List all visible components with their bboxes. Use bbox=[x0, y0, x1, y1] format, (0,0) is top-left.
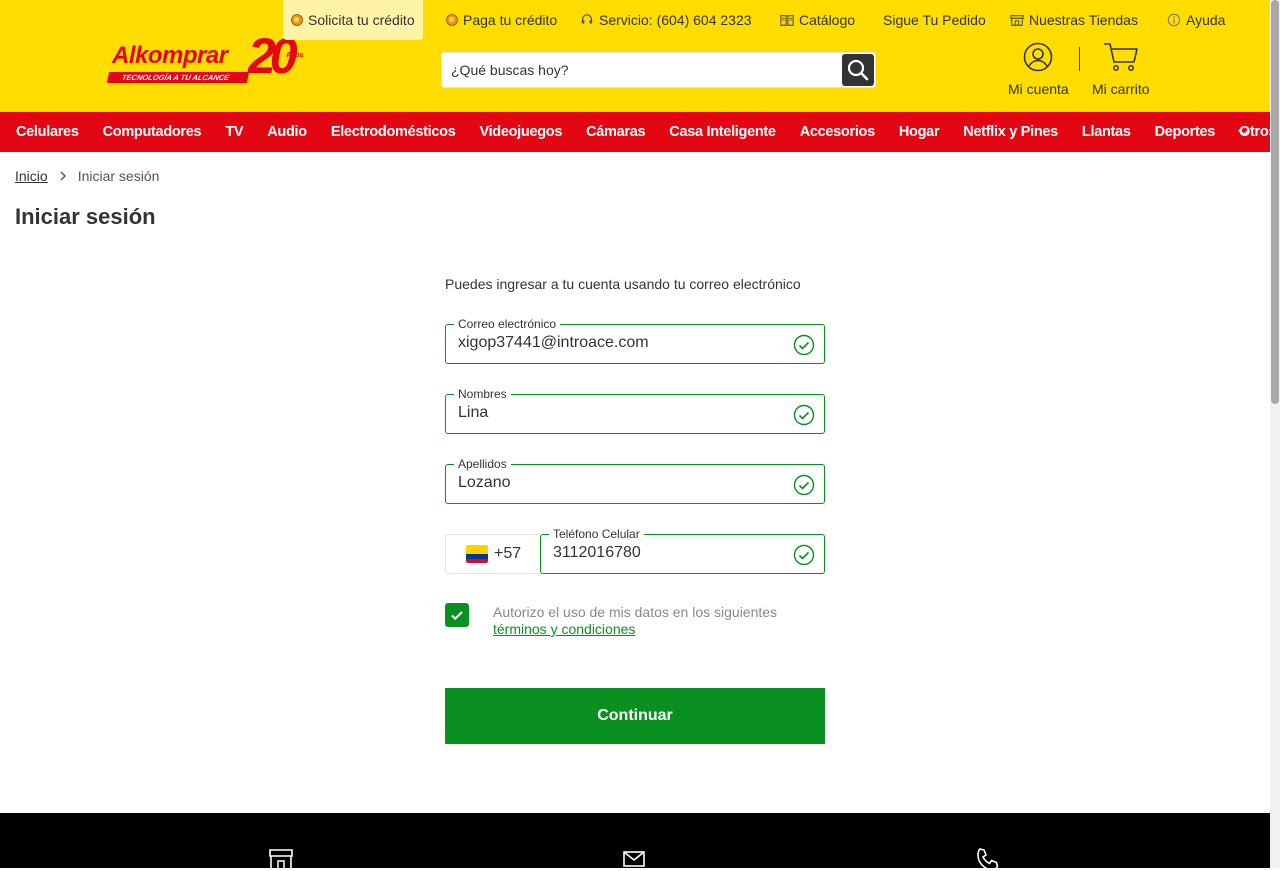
nav-item-computadores[interactable]: Computadores bbox=[91, 112, 214, 152]
toplink-ayuda[interactable]: Ayuda bbox=[1167, 0, 1225, 40]
store-icon[interactable] bbox=[268, 847, 294, 871]
phone-field[interactable]: Teléfono Celular 3112016780 bbox=[540, 527, 825, 574]
scrollbar-thumb[interactable] bbox=[1271, 0, 1279, 404]
first-name-field[interactable]: Nombres Lina bbox=[445, 387, 825, 434]
headset-icon bbox=[581, 14, 593, 24]
toplink-solicita-credito[interactable]: Solicita tu crédito bbox=[283, 0, 423, 40]
check-circle-icon bbox=[793, 404, 815, 426]
search-input[interactable] bbox=[451, 53, 831, 87]
check-circle-icon bbox=[793, 334, 815, 356]
header-divider bbox=[1079, 47, 1080, 71]
mail-icon[interactable] bbox=[622, 847, 648, 871]
breadcrumb: Inicio Iniciar sesión bbox=[15, 168, 159, 184]
toplink-label: Catálogo bbox=[799, 12, 856, 28]
user-icon bbox=[1024, 42, 1053, 72]
nav-item-audio[interactable]: Audio bbox=[255, 112, 319, 152]
terms-link[interactable]: términos y condiciones bbox=[493, 621, 813, 638]
anniversary-label: Años bbox=[286, 52, 304, 59]
consent-label: Autorizo el uso de mis datos en los sigu… bbox=[493, 604, 778, 620]
toplink-paga-credito[interactable]: Paga tu crédito bbox=[446, 0, 557, 40]
nav-item-accesorios[interactable]: Accesorios bbox=[788, 112, 887, 152]
search-icon bbox=[847, 59, 869, 81]
cart-icon bbox=[1103, 43, 1138, 71]
page-title: Iniciar sesión bbox=[15, 204, 156, 229]
catalog-icon bbox=[780, 15, 794, 26]
cart-link[interactable]: Mi carrito bbox=[1092, 42, 1150, 97]
cart-label: Mi carrito bbox=[1092, 81, 1150, 97]
nav-item-netflix-pines[interactable]: Netflix y Pines bbox=[951, 112, 1070, 152]
toplink-label: Paga tu crédito bbox=[463, 12, 558, 28]
continue-button[interactable]: Continuar bbox=[445, 688, 825, 744]
nav-item-deportes[interactable]: Deportes bbox=[1143, 112, 1227, 152]
last-name-field[interactable]: Apellidos Lozano bbox=[445, 457, 825, 504]
country-code-value: +57 bbox=[494, 545, 522, 562]
site-footer bbox=[0, 813, 1270, 871]
nav-item-celulares[interactable]: Celulares bbox=[4, 112, 91, 152]
last-name-label: Apellidos bbox=[454, 457, 511, 471]
chevron-right-icon bbox=[60, 171, 66, 181]
nav-item-casa-inteligente[interactable]: Casa Inteligente bbox=[657, 112, 787, 152]
store-icon bbox=[1010, 15, 1024, 26]
breadcrumb-home-link[interactable]: Inicio bbox=[15, 168, 48, 184]
toplink-sigue-pedido[interactable]: Sigue Tu Pedido bbox=[883, 0, 986, 40]
nav-item-camaras[interactable]: Cámaras bbox=[574, 112, 657, 152]
brand-tagline: TECNOLOGÍA A TU ALCANCE bbox=[106, 72, 250, 83]
phone-label: Teléfono Celular bbox=[549, 527, 644, 541]
checkmark-icon bbox=[451, 611, 463, 621]
toplink-catalogo[interactable]: Catálogo bbox=[780, 0, 855, 40]
colombia-flag-icon bbox=[466, 545, 488, 563]
email-field[interactable]: Correo electrónico xigop37441@introace.c… bbox=[445, 317, 825, 364]
nav-item-tv[interactable]: TV bbox=[213, 112, 255, 152]
page-scrollbar[interactable] bbox=[1270, 0, 1280, 868]
breadcrumb-current: Iniciar sesión bbox=[77, 168, 160, 184]
check-circle-icon bbox=[793, 544, 815, 566]
toplink-label: Nuestras Tiendas bbox=[1029, 12, 1138, 28]
phone-value: 3112016780 bbox=[553, 544, 641, 561]
toplink-label: Ayuda bbox=[1186, 12, 1226, 28]
chevron-down-icon[interactable] bbox=[1236, 124, 1252, 140]
info-icon bbox=[1167, 13, 1181, 27]
account-link[interactable]: Mi cuenta bbox=[1008, 42, 1069, 97]
toplink-label: Solicita tu crédito bbox=[308, 12, 415, 28]
coin-icon bbox=[446, 14, 458, 26]
top-links: Solicita tu crédito Paga tu crédito Serv… bbox=[0, 0, 1280, 40]
nav-item-videojuegos[interactable]: Videojuegos bbox=[467, 112, 574, 152]
toplink-label: Servicio: (604) 604 2323 bbox=[599, 12, 752, 28]
first-name-value: Lina bbox=[458, 404, 489, 421]
first-name-label: Nombres bbox=[454, 387, 511, 401]
email-label: Correo electrónico bbox=[454, 317, 561, 331]
coin-icon bbox=[291, 14, 303, 26]
form-intro: Puedes ingresar a tu cuenta usando tu co… bbox=[445, 276, 801, 292]
account-label: Mi cuenta bbox=[1008, 81, 1069, 97]
nav-item-hogar[interactable]: Hogar bbox=[887, 112, 951, 152]
phone-icon[interactable] bbox=[975, 847, 1001, 871]
nav-item-llantas[interactable]: Llantas bbox=[1070, 112, 1143, 152]
country-code-select[interactable]: +57 bbox=[445, 534, 540, 574]
toplink-tiendas[interactable]: Nuestras Tiendas bbox=[1010, 0, 1138, 40]
toplink-label: Sigue Tu Pedido bbox=[883, 12, 986, 28]
nav-item-electrodomesticos[interactable]: Electrodomésticos bbox=[319, 112, 468, 152]
check-circle-icon bbox=[793, 474, 815, 496]
consent-checkbox[interactable] bbox=[445, 603, 469, 627]
site-header: Alkomprar TECNOLOGÍA A TU ALCANCE 20 Año… bbox=[0, 0, 1280, 112]
toplink-servicio[interactable]: Servicio: (604) 604 2323 bbox=[580, 0, 752, 40]
category-nav: Celulares Computadores TV Audio Electrod… bbox=[0, 112, 1277, 152]
search-bar bbox=[441, 52, 876, 88]
consent-text: Autorizo el uso de mis datos en los sigu… bbox=[493, 604, 813, 638]
brand-name: Alkomprar bbox=[112, 42, 228, 69]
search-button[interactable] bbox=[842, 54, 874, 86]
last-name-value: Lozano bbox=[458, 474, 511, 491]
email-value: xigop37441@introace.com bbox=[458, 334, 649, 351]
